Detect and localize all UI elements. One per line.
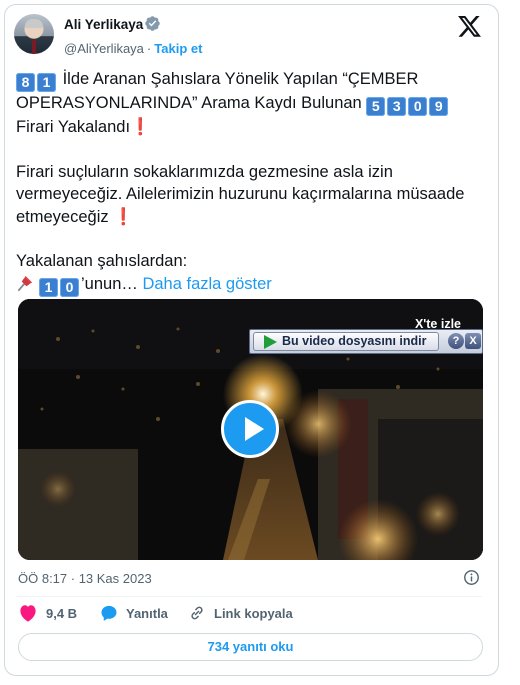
play-button[interactable]	[221, 400, 279, 458]
handle-row: @AliYerlikaya · Takip et	[64, 41, 202, 56]
video-download-bar: Bu video dosyasını indir ? X	[249, 329, 483, 354]
copy-link-button[interactable]: Link kopyala	[188, 604, 293, 622]
info-icon[interactable]	[463, 569, 480, 586]
download-video-button[interactable]: Bu video dosyasını indir	[253, 332, 439, 351]
close-icon[interactable]: X	[465, 333, 481, 349]
tweet-paragraph-1: 81 İlde Aranan Şahıslara Yönelik Yapılan…	[16, 68, 484, 139]
help-icon[interactable]: ?	[448, 333, 464, 349]
x-logo-icon[interactable]	[458, 16, 481, 37]
keycap: 0	[60, 277, 79, 297]
exclamation-icon: ❗	[130, 118, 151, 136]
tweet-paragraph-2: Firari suçluların sokaklarımızda gezmesi…	[16, 161, 484, 229]
keycap: 5	[366, 97, 386, 116]
separator-dot: ·	[146, 41, 152, 56]
keycap: 1	[39, 277, 58, 297]
reply-label: Yanıtla	[126, 605, 168, 621]
tweet-text-segment: İlde Aranan Şahıslara Yönelik Yapılan “Ç…	[16, 70, 419, 112]
download-label: Bu video dosyasını indir	[282, 334, 427, 348]
like-count: 9,4 B	[46, 605, 78, 621]
keycap: 3	[387, 97, 407, 116]
divider	[16, 596, 482, 597]
keycap: 8	[16, 73, 35, 92]
reply-bubble-icon	[101, 605, 117, 621]
copy-link-label: Link kopyala	[214, 605, 293, 621]
show-more-link[interactable]: Daha fazla göster	[142, 275, 271, 293]
tweet-text-segment: ’unun…	[81, 274, 138, 293]
avatar-tie	[32, 40, 36, 54]
tweet-paragraph-3: Yakalanan şahıslardan: 1 0’unun… Daha faz…	[16, 250, 484, 297]
exclamation-icon: ❗	[113, 207, 134, 226]
heart-icon	[20, 605, 36, 622]
tweet-text-segment: Firari suçluların sokaklarımızda gezmesi…	[16, 162, 465, 226]
avatar-hair	[25, 19, 43, 28]
pushpin-icon	[17, 275, 33, 291]
verified-badge-icon	[145, 16, 160, 31]
follow-button[interactable]: Takip et	[154, 41, 202, 56]
author-handle[interactable]: @AliYerlikaya	[64, 41, 144, 56]
keycap: 9	[429, 97, 449, 116]
read-replies-button[interactable]: 734 yanıtı oku	[18, 633, 483, 661]
tweet-timestamp[interactable]: ÖÖ 8:17 · 13 Kas 2023	[18, 571, 152, 586]
link-icon	[191, 606, 203, 620]
tweet-text-segment: Firari Yakalandı	[16, 118, 131, 136]
keycap: 1	[37, 73, 56, 92]
tweet-text-segment: Yakalanan şahıslardan:	[16, 252, 188, 270]
reply-button[interactable]: Yanıtla	[100, 604, 168, 622]
like-button[interactable]: 9,4 B	[18, 604, 77, 622]
keycap: 0	[408, 97, 428, 116]
tweet-text: 81 İlde Aranan Şahıslara Yönelik Yapılan…	[16, 68, 484, 297]
author-name[interactable]: Ali Yerlikaya	[64, 17, 143, 32]
avatar[interactable]	[14, 14, 54, 54]
play-arrow-icon	[264, 335, 277, 349]
